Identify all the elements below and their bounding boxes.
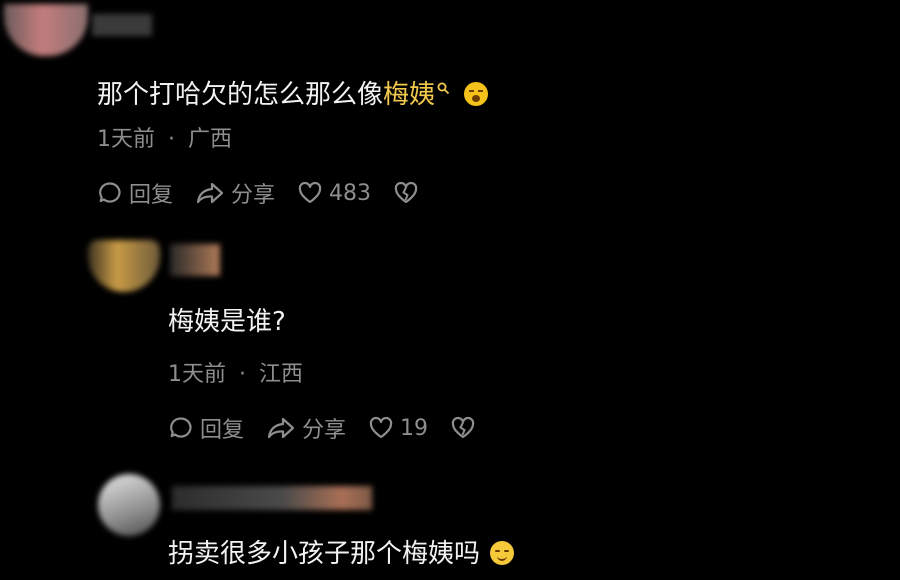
username[interactable] <box>170 244 220 276</box>
comment-time: 1天前 <box>168 362 226 387</box>
reply-icon <box>170 417 192 438</box>
reply-label: 回复 <box>129 183 174 208</box>
share-label: 分享 <box>231 183 276 208</box>
reply-icon <box>99 182 121 203</box>
comment-location: 江西 <box>259 362 304 387</box>
search-icon[interactable] <box>437 70 450 104</box>
smile-emoji-icon <box>490 541 515 565</box>
meta-separator: · <box>239 362 246 387</box>
comment-text: 那个打哈欠的怎么那么像梅姨 <box>97 70 489 112</box>
avatar[interactable] <box>88 240 160 292</box>
like-icon <box>298 181 322 204</box>
share-label: 分享 <box>302 418 347 443</box>
meta-separator: · <box>168 127 175 152</box>
reply-label: 回复 <box>200 418 245 443</box>
comment-actions: 回复 分享 483 <box>97 177 447 209</box>
comment-actions: 回复 分享 19 <box>168 412 504 444</box>
comment-text: 梅姨是谁? <box>168 307 286 337</box>
avatar[interactable] <box>98 474 160 536</box>
like-button[interactable]: 19 <box>368 415 428 441</box>
comment-location: 广西 <box>188 127 233 152</box>
dislike-icon <box>394 181 418 204</box>
highlight-keyword-link[interactable]: 梅姨 <box>383 80 435 110</box>
like-button[interactable]: 483 <box>297 180 371 206</box>
share-icon <box>267 417 295 439</box>
reply-button[interactable]: 回复 <box>97 177 173 209</box>
avatar[interactable] <box>4 4 88 56</box>
like-count: 483 <box>329 180 372 206</box>
comment-meta: 1天前 · 江西 <box>168 356 303 388</box>
dislike-icon <box>451 416 475 439</box>
comment-text: 拐卖很多小孩子那个梅姨吗 <box>168 537 515 571</box>
like-count: 19 <box>400 415 429 441</box>
yawn-emoji-icon <box>464 82 489 106</box>
comment-time: 1天前 <box>97 127 155 152</box>
reply-button[interactable]: 回复 <box>168 412 244 444</box>
comment-meta: 1天前 · 广西 <box>97 121 232 153</box>
share-button[interactable]: 分享 <box>266 412 346 444</box>
dislike-button[interactable] <box>393 180 425 206</box>
share-button[interactable]: 分享 <box>195 177 275 209</box>
share-icon <box>196 182 224 204</box>
dislike-button[interactable] <box>450 415 482 441</box>
username[interactable] <box>172 486 372 510</box>
like-icon <box>369 416 393 439</box>
username[interactable] <box>92 14 152 36</box>
